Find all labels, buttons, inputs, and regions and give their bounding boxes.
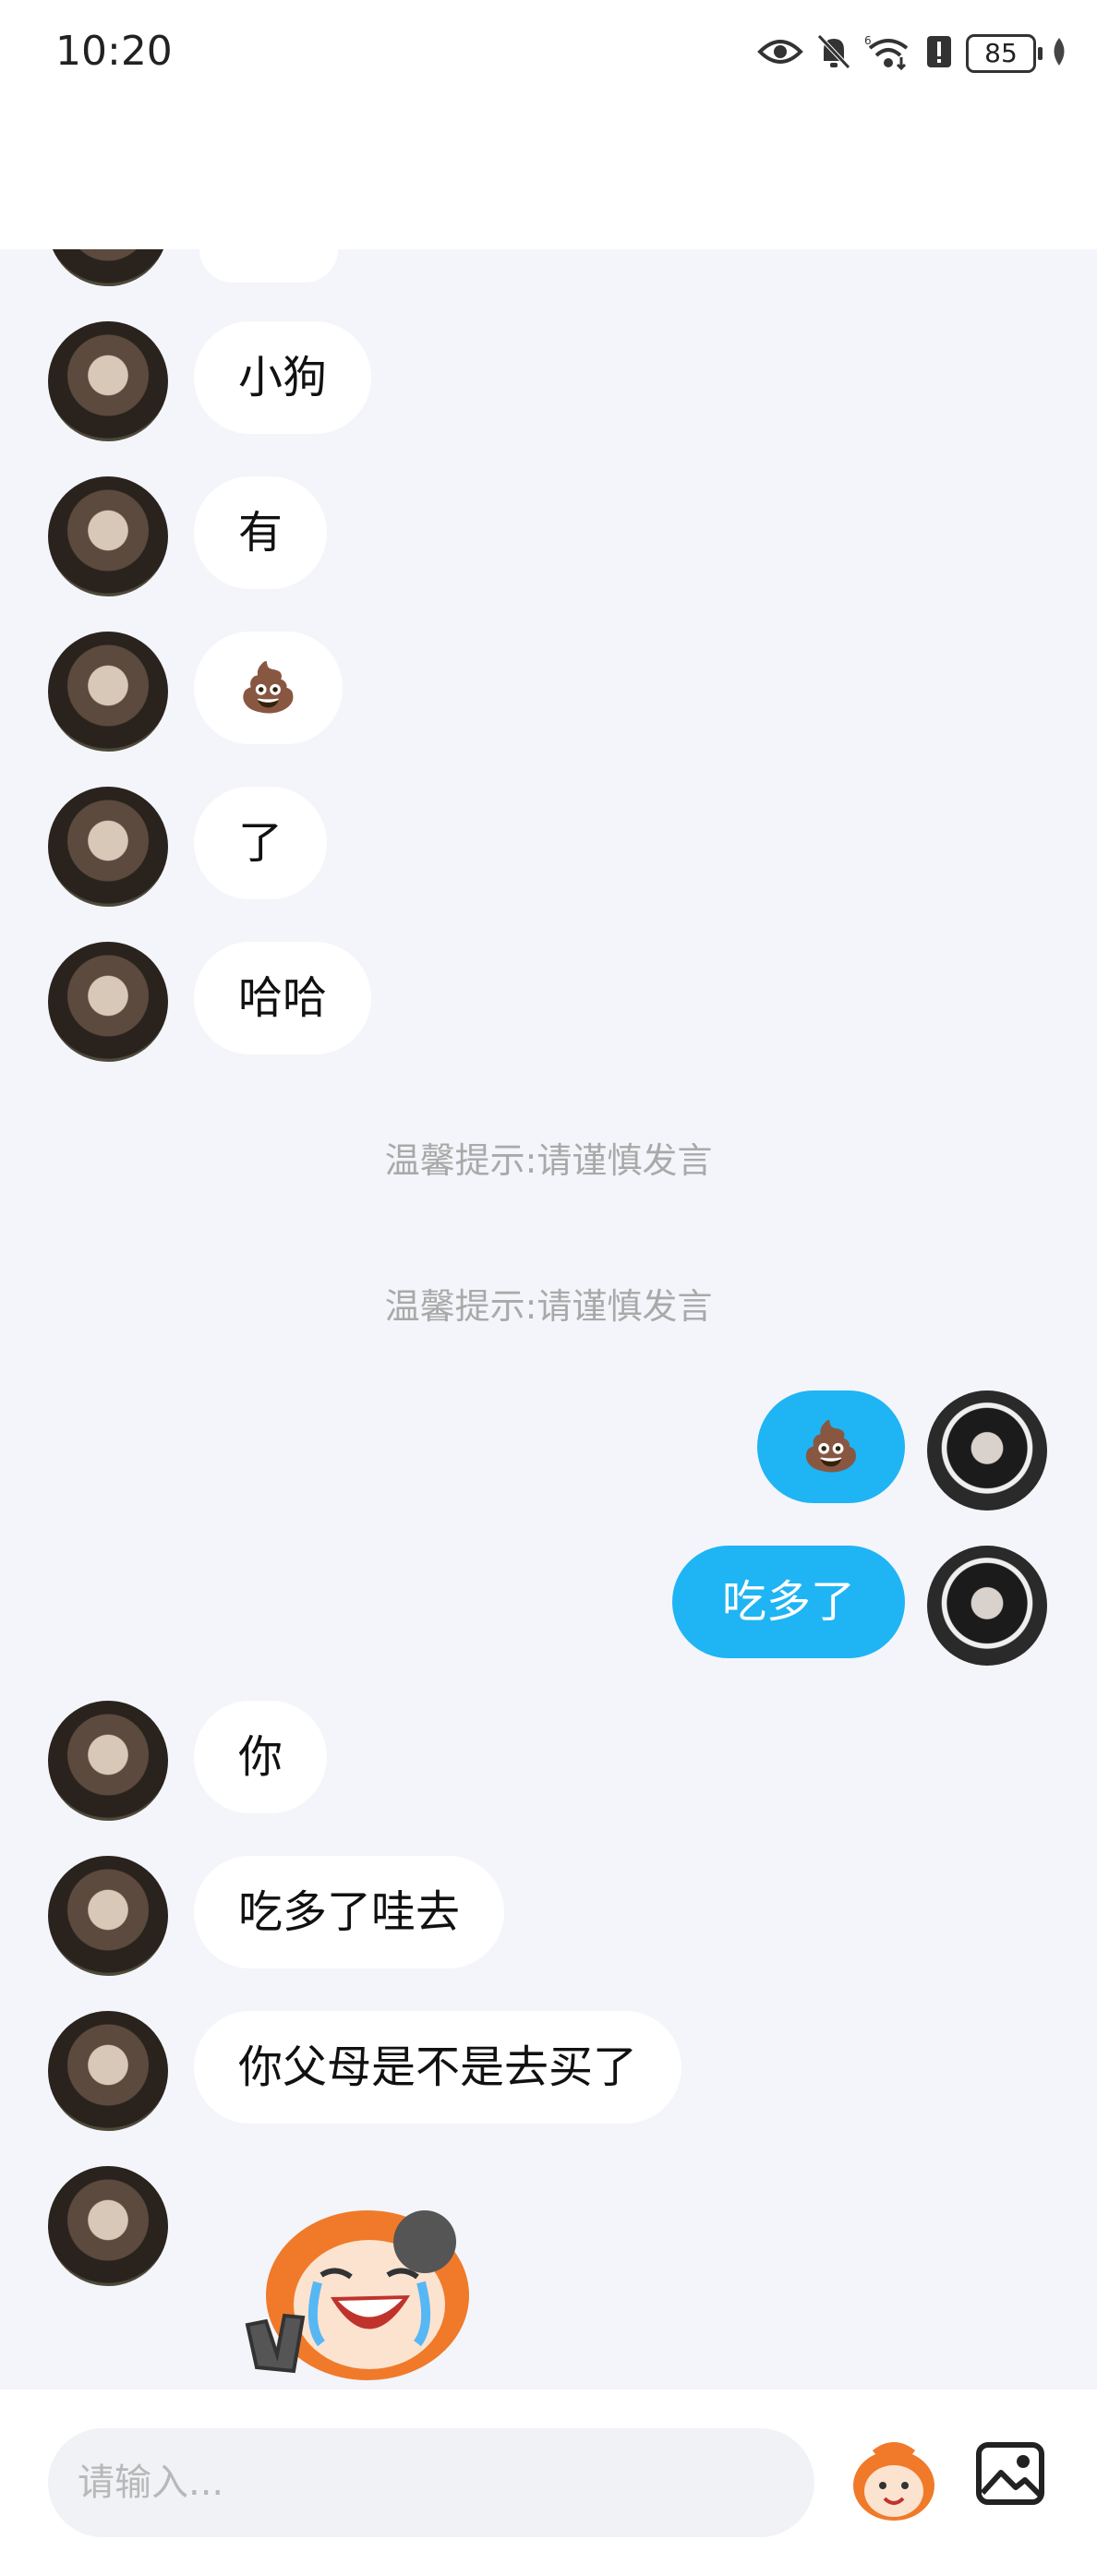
contact-avatar[interactable] — [48, 942, 168, 1062]
message-input[interactable] — [48, 2428, 814, 2537]
monkey-sticker-icon — [245, 2210, 469, 2380]
contact-avatar[interactable] — [48, 787, 168, 907]
contact-avatar-partial[interactable] — [48, 249, 168, 286]
image-button[interactable] — [973, 2438, 1047, 2511]
input-bar — [0, 2389, 1097, 2576]
contact-avatar[interactable] — [48, 1856, 168, 1976]
sticker-message[interactable] — [229, 2186, 478, 2389]
message-bubble[interactable]: 哈哈 — [194, 942, 372, 1054]
contact-avatar[interactable] — [48, 476, 168, 596]
message-bubble[interactable]: 有 — [194, 476, 328, 589]
status-time: 10:20 — [55, 28, 173, 75]
my-message-bubble[interactable]: 吃多了 — [672, 1546, 905, 1658]
wifi-icon: 6 — [864, 33, 912, 74]
message-bubble-emoji[interactable]: 💩 — [194, 632, 343, 744]
mute-icon — [816, 33, 851, 74]
message-bubble-partial-tail — [199, 249, 338, 283]
emoji-button[interactable] — [848, 2434, 940, 2526]
image-icon — [976, 2442, 1044, 2505]
my-avatar[interactable] — [927, 1390, 1047, 1511]
status-icons: 6 85 — [757, 28, 1069, 79]
system-notice: 温馨提示:请谨慎发言 — [384, 1140, 713, 1181]
message-bubble[interactable]: 吃多了哇去 — [194, 1856, 505, 1968]
emoji-icon — [853, 2442, 934, 2521]
message-bubble[interactable]: 小狗 — [194, 321, 372, 434]
alert-icon — [925, 34, 953, 73]
status-bar: 10:20 6 85 — [0, 0, 1097, 109]
leaf-icon — [1049, 36, 1069, 71]
contact-avatar[interactable] — [48, 2166, 168, 2286]
battery-icon: 85 — [966, 34, 1043, 73]
system-notice: 温馨提示:请谨慎发言 — [384, 1286, 713, 1327]
contact-avatar[interactable] — [48, 321, 168, 441]
contact-avatar[interactable] — [48, 1701, 168, 1821]
contact-avatar[interactable] — [48, 632, 168, 752]
signal-label: 6 — [864, 34, 872, 47]
header-surface — [0, 109, 1097, 249]
contact-avatar[interactable] — [48, 2011, 168, 2131]
message-bubble[interactable]: 你父母是不是去买了 — [194, 2011, 682, 2124]
partial-avatar-clip — [48, 249, 168, 286]
message-bubble[interactable]: 了 — [194, 787, 328, 899]
my-message-bubble-emoji[interactable]: 💩 — [757, 1390, 905, 1503]
eye-icon — [757, 37, 803, 70]
my-avatar[interactable] — [927, 1546, 1047, 1666]
message-bubble[interactable]: 你 — [194, 1701, 328, 1813]
